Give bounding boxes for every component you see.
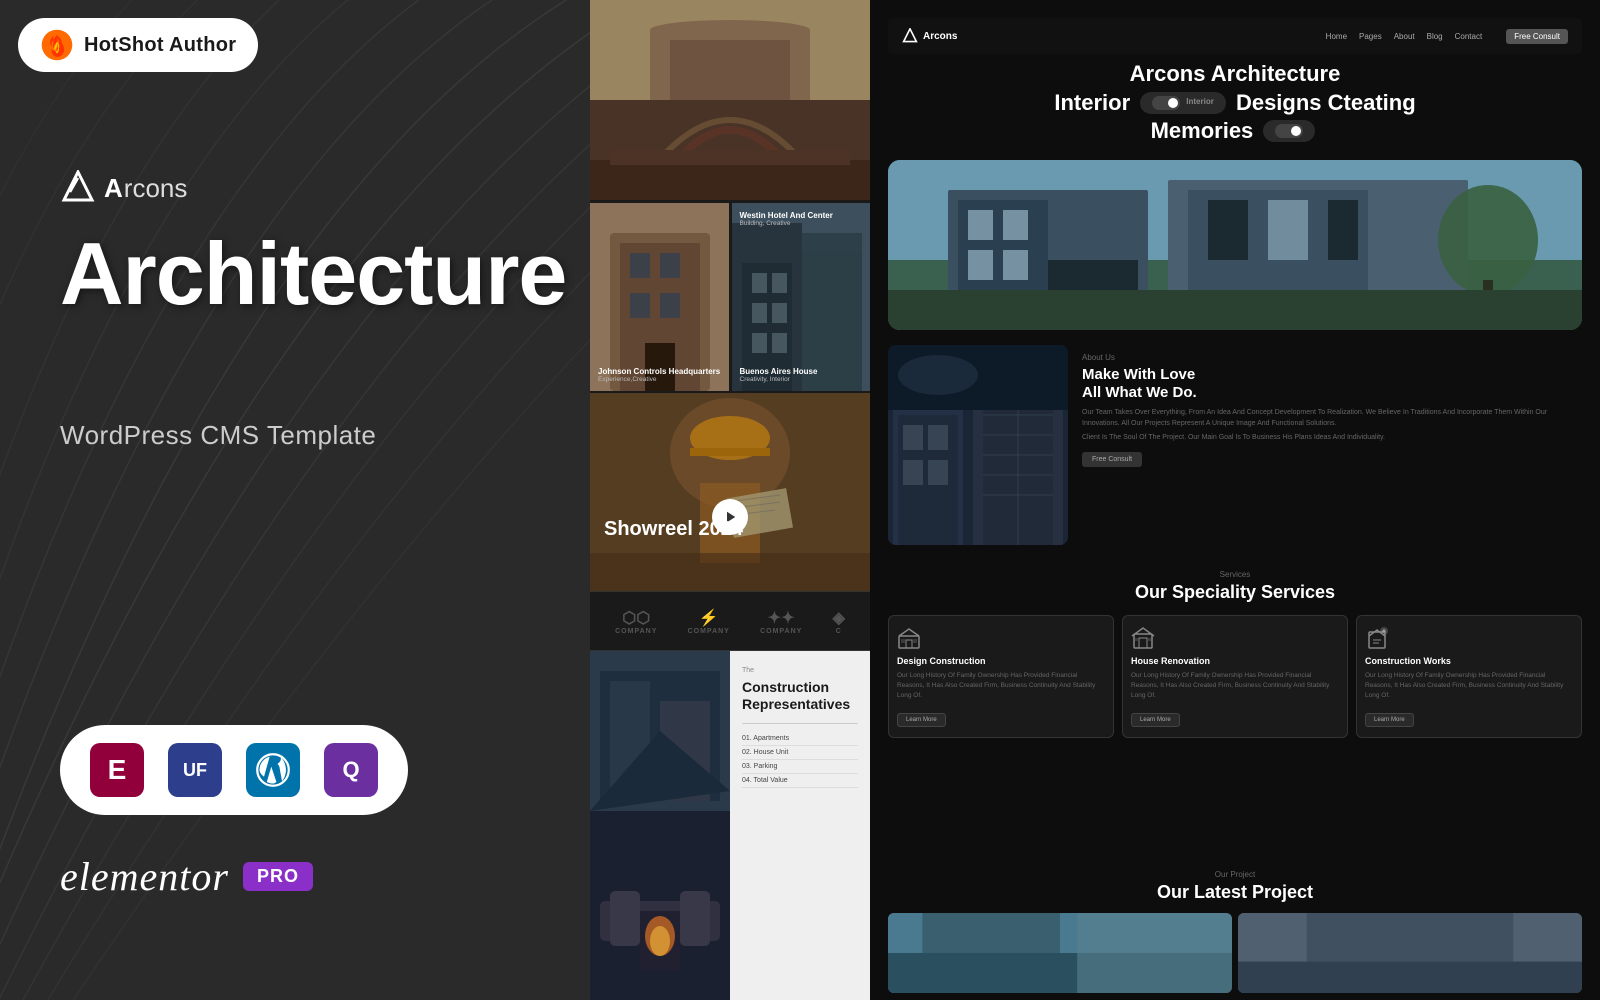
company-logo-1: ⬡⬡ COMPANY (615, 608, 657, 635)
service-title-3: Construction Works (1365, 656, 1573, 666)
grid-building-2: Johnson Controls Headquarters Experience… (590, 203, 729, 391)
preview-navbar: Arcons Home Pages About Blog Contact Fre… (888, 18, 1582, 54)
projects-label: Our Project (888, 870, 1582, 879)
grid-building-3: Westin Hotel And Center Building, Creati… (732, 203, 871, 391)
service-desc-2: Our Long History Of Family Ownership Has… (1131, 671, 1339, 700)
service-title-1: Design Construction (897, 656, 1105, 666)
nav-link-home[interactable]: Home (1326, 32, 1347, 41)
center-top-grid: Johnson Controls Headquarters Experience… (590, 0, 870, 390)
preview-building-image (888, 160, 1582, 330)
service-desc-1: Our Long History Of Family Ownership Has… (897, 671, 1105, 700)
hero-line3: Memories (1151, 118, 1254, 143)
nav-link-about[interactable]: About (1394, 32, 1415, 41)
company-logos: ⬡⬡ COMPANY ⚡ COMPANY ✦✦ COMPANY ◈ C (590, 591, 870, 651)
hero-line1: Arcons Architecture (1130, 61, 1341, 86)
card2-sub: Building, Creative (740, 220, 833, 227)
arcons-logo-icon (60, 170, 96, 206)
hotshot-badge: HotShot Author (18, 18, 258, 72)
badge-text: HotShot Author (84, 34, 236, 57)
preview-nav-links: Home Pages About Blog Contact (1326, 32, 1483, 41)
wordpress-icon (246, 743, 300, 797)
project-img-2 (1238, 913, 1582, 993)
company-logo-4: ◈ C (833, 608, 845, 635)
preview-nav-brand: Arcons (923, 31, 957, 42)
hero-line2-pre: Interior (1054, 90, 1130, 115)
card2-title: Westin Hotel And Center (740, 211, 833, 220)
hero-line2-post: Designs Cteating (1236, 90, 1416, 115)
service-title-2: House Renovation (1131, 656, 1339, 666)
service-icon-3 (1365, 626, 1389, 650)
preview-about: About Us Make With LoveAll What We Do. O… (888, 345, 1582, 555)
service-btn-2[interactable]: Learn More (1131, 713, 1180, 727)
service-btn-3[interactable]: Learn More (1365, 713, 1414, 727)
pro-badge: PRO (243, 862, 313, 891)
card3-label: Buenos Aires House Creativity, Interior (740, 367, 818, 383)
about-description: Our Team Takes Over Everything, From An … (1082, 408, 1578, 429)
preview-about-text: About Us Make With LoveAll What We Do. O… (1078, 345, 1582, 555)
service-btn-1[interactable]: Learn More (897, 713, 946, 727)
constr-label: The (742, 667, 858, 674)
quix-icon: Q (324, 743, 378, 797)
service-icon-1 (897, 626, 921, 650)
services-grid: Design Construction Our Long History Of … (888, 615, 1582, 738)
right-panel: Arcons Home Pages About Blog Contact Fre… (870, 0, 1600, 1000)
constr-item-1: 01. Apartments (742, 732, 858, 746)
company-logo-2: ⚡ COMPANY (688, 608, 730, 635)
project-img-1 (888, 913, 1232, 993)
about-sub-desc: Client Is The Soul Of The Project. Our M… (1082, 433, 1578, 444)
card1-label: Johnson Controls Headquarters Experience… (598, 367, 720, 383)
preview-projects: Our Project Our Latest Project (888, 870, 1582, 993)
service-icon-2 (1131, 626, 1155, 650)
projects-heading: Our Latest Project (888, 882, 1582, 903)
logo-text: Arcons (104, 173, 187, 204)
preview-hero: Arcons Architecture Interior Interior De… (888, 60, 1582, 146)
showreel-section: Showreel 2024 (590, 393, 870, 591)
subtitle-area: WordPress CMS Template (60, 420, 376, 451)
service-card-2: House Renovation Our Long History Of Fam… (1122, 615, 1348, 738)
elementor-label: elementor (60, 853, 229, 900)
hero-toggle-1: Interior (1140, 92, 1226, 114)
logo-area: Arcons (60, 170, 187, 206)
preview-about-image (888, 345, 1068, 545)
showreel-overlay: Showreel 2024 (590, 393, 870, 591)
about-heading: Make With LoveAll What We Do. (1082, 366, 1578, 402)
architecture-title: Architecture (60, 230, 566, 318)
uf-icon: UF (168, 743, 222, 797)
company-logo-3: ✦✦ COMPANY (760, 608, 802, 635)
grid-building-main (590, 0, 870, 200)
nav-link-pages[interactable]: Pages (1359, 32, 1382, 41)
constr-item-3: 03. Parking (742, 760, 858, 774)
service-card-3: Construction Works Our Long History Of F… (1356, 615, 1582, 738)
services-label: Services (888, 570, 1582, 579)
constr-heading: Construction Representatives (742, 679, 858, 713)
service-desc-3: Our Long History Of Family Ownership Has… (1365, 671, 1573, 700)
constr-image (590, 651, 730, 1000)
constr-text: The Construction Representatives 01. Apa… (730, 651, 870, 1000)
nav-cta-button[interactable]: Free Consult (1506, 29, 1568, 44)
services-heading: Our Speciality Services (888, 582, 1582, 603)
preview-services: Services Our Speciality Services Design … (888, 570, 1582, 738)
fire-icon (40, 28, 74, 62)
cms-subtitle: WordPress CMS Template (60, 420, 376, 451)
main-heading: Architecture (60, 230, 566, 318)
nav-link-blog[interactable]: Blog (1427, 32, 1443, 41)
elementor-icon: E (90, 743, 144, 797)
constr-item-4: 04. Total Value (742, 774, 858, 788)
service-card-1: Design Construction Our Long History Of … (888, 615, 1114, 738)
about-cta-button[interactable]: Free Consult (1082, 452, 1142, 467)
left-panel: .arch-line { fill: none; stroke: #888; s… (0, 0, 590, 1000)
plugins-bar: E UF Q (60, 725, 408, 815)
nav-link-contact[interactable]: Contact (1455, 32, 1483, 41)
about-label: About Us (1082, 353, 1578, 362)
constr-item-2: 02. House Unit (742, 746, 858, 760)
elementor-pro-area: elementor PRO (60, 853, 313, 900)
showreel-text: Showreel 2024 (604, 518, 743, 541)
hero-toggle-2 (1263, 120, 1315, 142)
center-panel: Johnson Controls Headquarters Experience… (590, 0, 870, 1000)
construction-section: The Construction Representatives 01. Apa… (590, 651, 870, 1000)
preview-nav-logo: Arcons (902, 28, 957, 44)
